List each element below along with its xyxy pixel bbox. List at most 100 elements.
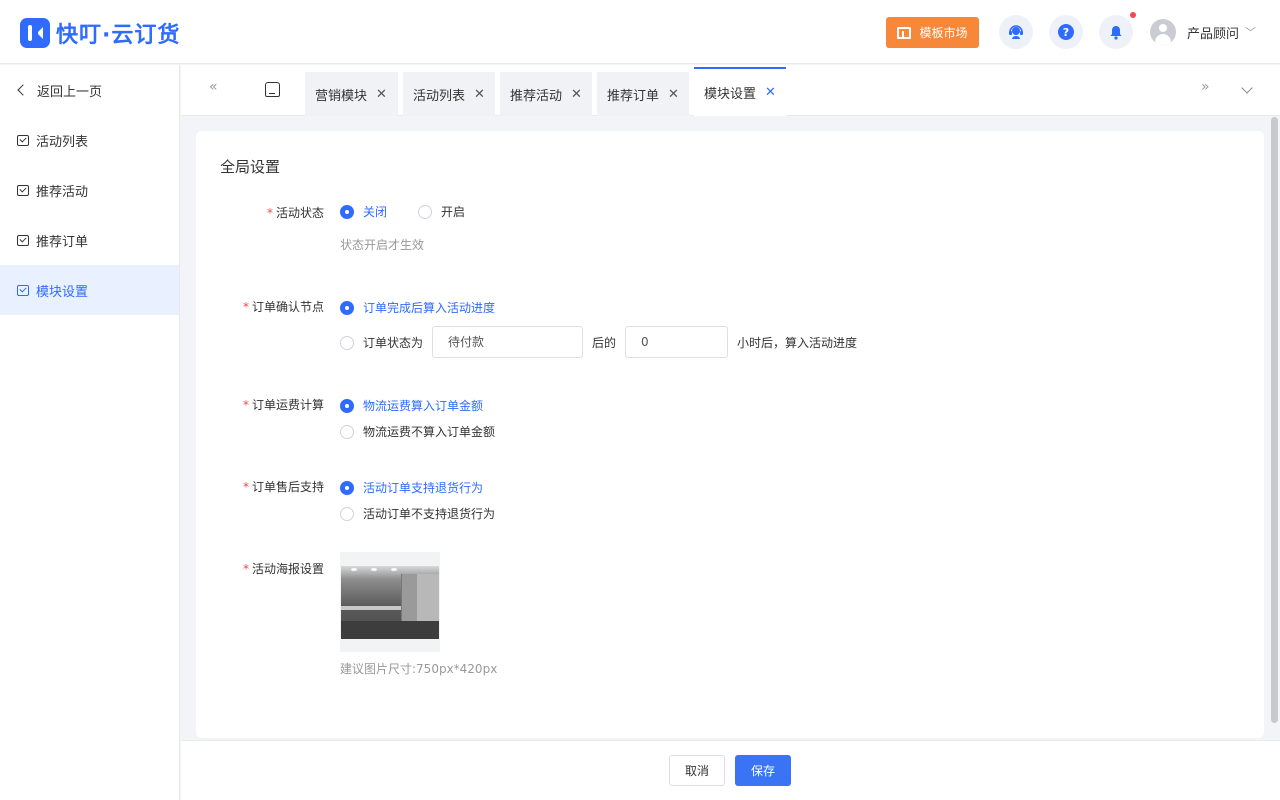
label-text: 活动状态 [275,206,324,220]
order-confirm-label: * 订单确认节点 [196,298,324,315]
order-status-select[interactable]: 待付款 [432,326,583,358]
radio-return-unsupported[interactable]: 活动订单不支持退货行为 [340,505,495,522]
calendar-check-icon [17,284,29,296]
logo-icon [20,18,50,48]
label-text: 订单售后支持 [251,480,324,494]
help-icon: ? [1058,24,1074,40]
radio-circle [340,204,354,219]
close-icon[interactable]: ✕ [376,87,387,102]
radio-circle [340,506,354,521]
user-name: 产品顾问 [1187,26,1240,42]
calendar-check-icon [17,184,29,196]
template-market-button[interactable]: 模板市场 [886,17,979,48]
poster-label: * 活动海报设置 [196,560,324,577]
save-button[interactable]: 保存 [735,755,791,786]
tab-activity-list[interactable]: 活动列表 ✕ [403,72,495,116]
radio-circle [340,424,354,439]
chevron-down-icon: ﹀ [1245,26,1257,39]
required-mark: * [242,398,249,412]
radio-order-complete[interactable]: 订单完成后算入活动进度 [340,299,495,316]
sidebar-item-recommend-activity[interactable]: 推荐活动 [0,165,179,215]
radio-label: 开启 [441,205,466,219]
calendar-check-icon [17,134,29,146]
tab-recommend-activity[interactable]: 推荐活动 ✕ [500,72,592,116]
double-chevron-right-icon[interactable]: » [1201,79,1210,95]
sidebar-item-label: 推荐活动 [36,184,89,200]
avatar [1150,19,1176,45]
sidebar: 返回上一页 活动列表 推荐活动 推荐订单 模块设置 [0,65,180,800]
close-icon[interactable]: ✕ [474,87,485,102]
tab-marketing-module[interactable]: 营销模块 ✕ [305,72,398,116]
tabs-bar: « 营销模块 ✕ 活动列表 ✕ 推荐活动 ✕ 推荐订单 ✕ 模块设置 ✕ » [181,65,1280,116]
tab-label: 模块设置 [704,87,757,102]
template-icon [897,26,912,39]
close-icon[interactable]: ✕ [571,87,582,102]
sidebar-item-module-settings[interactable]: 模块设置 [0,265,179,315]
radio-return-supported[interactable]: 活动订单支持退货行为 [340,479,483,496]
cancel-button[interactable]: 取消 [669,755,725,786]
back-label: 返回上一页 [37,84,103,100]
home-icon[interactable] [265,82,280,97]
required-mark: * [242,562,249,576]
page-title: 全局设置 [220,158,281,176]
sidebar-item-activity-list[interactable]: 活动列表 [0,115,179,165]
user-menu[interactable]: 产品顾问 ﹀ [1150,19,1256,45]
tab-label: 活动列表 [413,88,466,104]
notification-badge [1130,12,1136,18]
sidebar-item-label: 活动列表 [36,134,89,150]
tab-label: 营销模块 [315,88,368,104]
radio-circle [418,204,432,219]
notification-button[interactable] [1099,15,1133,49]
label-text: 订单运费计算 [251,398,324,412]
poster-hint: 建议图片尺寸:750px*420px [340,662,498,676]
close-icon[interactable]: ✕ [765,85,776,100]
template-market-label: 模板市场 [919,26,968,40]
tab-label: 推荐订单 [607,88,660,104]
required-mark: * [242,300,249,314]
radio-circle [340,398,354,413]
chevron-left-icon [17,84,29,96]
support-agent-icon [1009,25,1023,39]
radio-status-off[interactable]: 关闭 [340,203,387,220]
label-text: 活动海报设置 [251,562,324,576]
radio-label: 活动订单支持退货行为 [363,481,484,495]
radio-label: 活动订单不支持退货行为 [363,507,496,521]
close-icon[interactable]: ✕ [668,87,679,102]
radio-circle [340,300,354,315]
sidebar-item-label: 推荐订单 [36,234,89,250]
radio-circle [340,335,354,350]
radio-label: 订单状态为 [363,336,424,350]
tab-label: 推荐活动 [510,88,563,104]
radio-freight-excluded[interactable]: 物流运费不算入订单金额 [340,423,495,440]
after-sale-label: * 订单售后支持 [196,478,324,495]
poster-image [341,566,439,639]
settings-card: 全局设置 * 活动状态 关闭 开启 状态开启才生效 * 订单确认节点 订单完成后算入… [196,131,1264,738]
radio-freight-included[interactable]: 物流运费算入订单金额 [340,397,483,414]
double-chevron-left-icon[interactable]: « [209,79,218,95]
hours-input[interactable]: 0 [625,326,728,358]
radio-label: 物流运费算入订单金额 [363,399,484,413]
scrollbar-thumb[interactable] [1271,117,1278,723]
app-logo[interactable]: 快叮·云订货 [20,17,180,49]
tab-recommend-order[interactable]: 推荐订单 ✕ [597,72,689,116]
top-header: 快叮·云订货 模板市场 ? 产品顾问 ﹀ [0,0,1280,64]
chevron-down-icon[interactable] [1241,82,1253,94]
sidebar-item-recommend-order[interactable]: 推荐订单 [0,215,179,265]
tab-module-settings[interactable]: 模块设置 ✕ [694,67,786,116]
support-agent-button[interactable] [999,15,1033,49]
label-text: 订单确认节点 [251,300,324,314]
radio-status-on[interactable]: 开启 [418,203,465,220]
help-button[interactable]: ? [1049,15,1083,49]
freight-label: * 订单运费计算 [196,396,324,413]
poster-upload[interactable] [340,552,440,652]
hours-suffix: 小时后，算入活动进度 [737,336,858,350]
status-hint: 状态开启才生效 [340,238,425,252]
radio-label: 物流运费不算入订单金额 [363,425,496,439]
radio-order-status[interactable]: 订单状态为 [340,334,423,351]
calendar-check-icon [17,234,29,246]
radio-label: 关闭 [363,205,388,219]
bell-icon [1110,26,1122,40]
required-mark: * [266,206,273,220]
required-mark: * [242,480,249,494]
back-link[interactable]: 返回上一页 [0,65,179,115]
